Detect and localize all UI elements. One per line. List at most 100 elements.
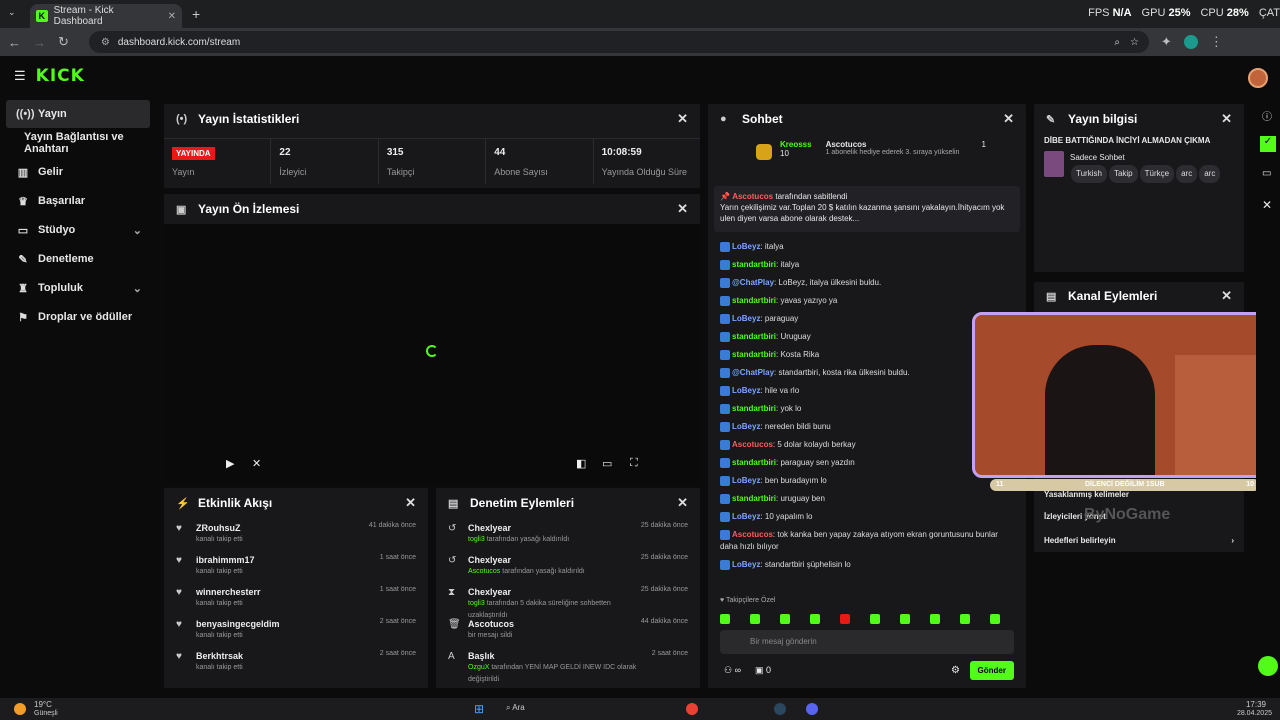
- theater-icon[interactable]: ▭: [602, 457, 612, 470]
- chat-username[interactable]: Ascotucos: [732, 530, 773, 539]
- close-icon[interactable]: ✕: [1003, 111, 1014, 127]
- info-icon[interactable]: ⓘ: [1262, 108, 1272, 123]
- chat-username[interactable]: Ascotucos: [732, 440, 773, 449]
- discord-icon[interactable]: [806, 703, 818, 715]
- fullscreen-icon[interactable]: ⛶: [630, 457, 638, 470]
- close-icon[interactable]: ✕: [1262, 198, 1272, 212]
- sidebar-item-droplar[interactable]: ⚑ Droplar ve ödüller: [0, 303, 156, 331]
- hamburger-menu-icon[interactable]: ☰: [14, 68, 26, 84]
- feed-item[interactable]: ♥ Berkhtrsak kanalı takip etti 2 saat önce: [164, 646, 428, 678]
- steam-icon[interactable]: [774, 703, 786, 715]
- close-tab-icon[interactable]: ✕: [168, 11, 176, 22]
- close-icon[interactable]: ✕: [405, 495, 416, 511]
- sidebar-item-basarilar[interactable]: ♛ Başarılar: [0, 187, 156, 215]
- sidebar-item-yayin[interactable]: ((•)) Yayın: [6, 100, 150, 128]
- count-icon[interactable]: ▣ 0: [755, 665, 771, 676]
- emote-icon[interactable]: [900, 614, 910, 624]
- chat-message[interactable]: LoBeyz: italya: [708, 238, 1026, 256]
- address-bar[interactable]: ⚙ dashboard.kick.com/stream ⌕ ☆: [88, 31, 1149, 53]
- windows-start-icon[interactable]: ⊞: [474, 702, 484, 716]
- new-tab-icon[interactable]: +: [192, 6, 200, 22]
- emote-icon[interactable]: [840, 614, 850, 624]
- reload-icon[interactable]: ↻: [58, 34, 69, 50]
- action-item[interactable]: Yasaklanmış kelimeler: [1044, 490, 1129, 499]
- chat-username[interactable]: @ChatPlay: [732, 278, 774, 287]
- chat-message[interactable]: standartbiri: yavas yazıyo ya: [708, 292, 1026, 310]
- chat-username[interactable]: LoBeyz: [732, 476, 760, 485]
- chat-message[interactable]: standartbiri: uruguay ben: [708, 490, 1026, 508]
- action-item[interactable]: Hedefleri belirleyin ›: [1044, 536, 1234, 545]
- chat-username[interactable]: LoBeyz: [732, 560, 760, 569]
- forward-icon[interactable]: →: [33, 35, 46, 50]
- chat-message[interactable]: standartbiri: italya: [708, 256, 1026, 274]
- close-icon[interactable]: ✕: [1221, 288, 1232, 304]
- feed-item[interactable]: ♥ benyasingecgeldim kanalı takip etti 2 saa…: [164, 614, 428, 646]
- browser-tab[interactable]: K Stream - Kick Dashboard ✕: [30, 4, 182, 28]
- sidebar-item-studyo[interactable]: ▭ Stüdyo ⌄: [0, 216, 156, 244]
- chat-username[interactable]: standartbiri: [732, 296, 776, 305]
- chat-input[interactable]: Bir mesaj gönderin: [720, 630, 1014, 654]
- chat-message[interactable]: Ascotucos: tok kanka ben yapay zakaya at…: [708, 526, 1026, 556]
- chat-username[interactable]: LoBeyz: [732, 242, 760, 251]
- back-icon[interactable]: ←: [8, 35, 21, 50]
- chat-username[interactable]: standartbiri: [732, 332, 776, 341]
- tab-list-icon[interactable]: ⌄: [8, 7, 16, 18]
- close-icon[interactable]: ✕: [677, 495, 688, 511]
- emote-icon[interactable]: [780, 614, 790, 624]
- emote-icon[interactable]: [720, 614, 730, 624]
- user-avatar[interactable]: [1248, 68, 1268, 88]
- taskbar-search[interactable]: ⌕ Ara: [506, 703, 525, 713]
- emote-icon[interactable]: [990, 614, 1000, 624]
- mod-item[interactable]: ⧗ Chexlyear togli3 tarafından 5 dakika sür…: [436, 582, 700, 619]
- close-icon[interactable]: ✕: [677, 111, 688, 127]
- emote-icon[interactable]: [960, 614, 970, 624]
- play-icon[interactable]: ▶: [226, 457, 234, 470]
- pip-icon[interactable]: ◧: [576, 457, 586, 470]
- sidebar-item-topluluk[interactable]: ♜ Topluluk ⌄: [0, 274, 156, 302]
- chat-username[interactable]: LoBeyz: [732, 422, 760, 431]
- extension-icon[interactable]: ✦: [1161, 34, 1172, 50]
- settings-gear-icon[interactable]: ⚙: [951, 665, 960, 676]
- chat-username[interactable]: standartbiri: [732, 458, 776, 467]
- chat-username[interactable]: @ChatPlay: [732, 368, 774, 377]
- chat-username[interactable]: standartbiri: [732, 404, 776, 413]
- zoom-icon[interactable]: ⌕: [1114, 37, 1120, 48]
- menu-kebab-icon[interactable]: ⋮: [1210, 34, 1223, 50]
- check-icon[interactable]: ✓: [1260, 136, 1276, 152]
- chrome-icon[interactable]: [686, 703, 698, 715]
- chat-username[interactable]: LoBeyz: [732, 314, 760, 323]
- mod-item[interactable]: ↺ Chexlyear Ascotucos tarafından yasağı ka…: [436, 550, 700, 582]
- bookmark-star-icon[interactable]: ☆: [1130, 37, 1139, 48]
- emote-icon[interactable]: [810, 614, 820, 624]
- feed-item[interactable]: ♥ ZRouhsuZ kanalı takip etti 41 dakika önce: [164, 518, 428, 550]
- mute-icon[interactable]: ✕: [252, 457, 261, 470]
- pinned-message[interactable]: 📌 Ascotucos tarafından sabitlendi Yarın …: [714, 186, 1020, 232]
- emote-icon[interactable]: [930, 614, 940, 624]
- mod-item[interactable]: A Başlık OzguX tarafından YENİ MAP GELDİ I…: [436, 646, 700, 683]
- sidebar-item-gelir[interactable]: ▥ Gelir: [0, 158, 156, 186]
- kick-logo[interactable]: KICK: [36, 66, 85, 86]
- chat-message[interactable]: LoBeyz: 10 yapalım lo: [708, 508, 1026, 526]
- layout-icon[interactable]: ▭: [1262, 168, 1271, 179]
- video-player[interactable]: ▶ ✕ ◧ ▭ ⛶: [164, 224, 700, 482]
- chat-username[interactable]: standartbiri: [732, 350, 776, 359]
- feed-item[interactable]: ♥ winnerchesterr kanalı takip etti 1 saat ö…: [164, 582, 428, 614]
- sidebar-item-stream-key[interactable]: Yayın Bağlantısı ve Anahtarı: [0, 129, 156, 157]
- viewers-icon[interactable]: ⚇ ∞: [724, 665, 741, 676]
- chat-message[interactable]: @ChatPlay: LoBeyz, italya ülkesini buldu…: [708, 274, 1026, 292]
- emote-icon[interactable]: [870, 614, 880, 624]
- close-icon[interactable]: ✕: [677, 201, 688, 217]
- chat-username[interactable]: LoBeyz: [732, 512, 760, 521]
- chat-username[interactable]: LoBeyz: [732, 386, 760, 395]
- site-info-icon[interactable]: ⚙: [101, 37, 110, 48]
- close-icon[interactable]: ✕: [1221, 111, 1232, 127]
- feed-item[interactable]: ♥ ibrahimmm17 kanalı takip etti 1 saat önce: [164, 550, 428, 582]
- mod-item[interactable]: 🗑 Ascotucos bir mesajı sildi 44 dakika önc…: [436, 614, 700, 646]
- mod-item[interactable]: ↺ Chexlyear togli3 tarafından yasağı kaldı…: [436, 518, 700, 550]
- chat-message[interactable]: LoBeyz: standartbiri şüphelisin lo: [708, 556, 1026, 574]
- emote-icon[interactable]: [750, 614, 760, 624]
- support-icon[interactable]: [1258, 656, 1278, 676]
- send-button[interactable]: Gönder: [969, 661, 1014, 680]
- sidebar-item-denetleme[interactable]: ✎ Denetleme: [0, 245, 156, 273]
- chat-username[interactable]: standartbiri: [732, 260, 776, 269]
